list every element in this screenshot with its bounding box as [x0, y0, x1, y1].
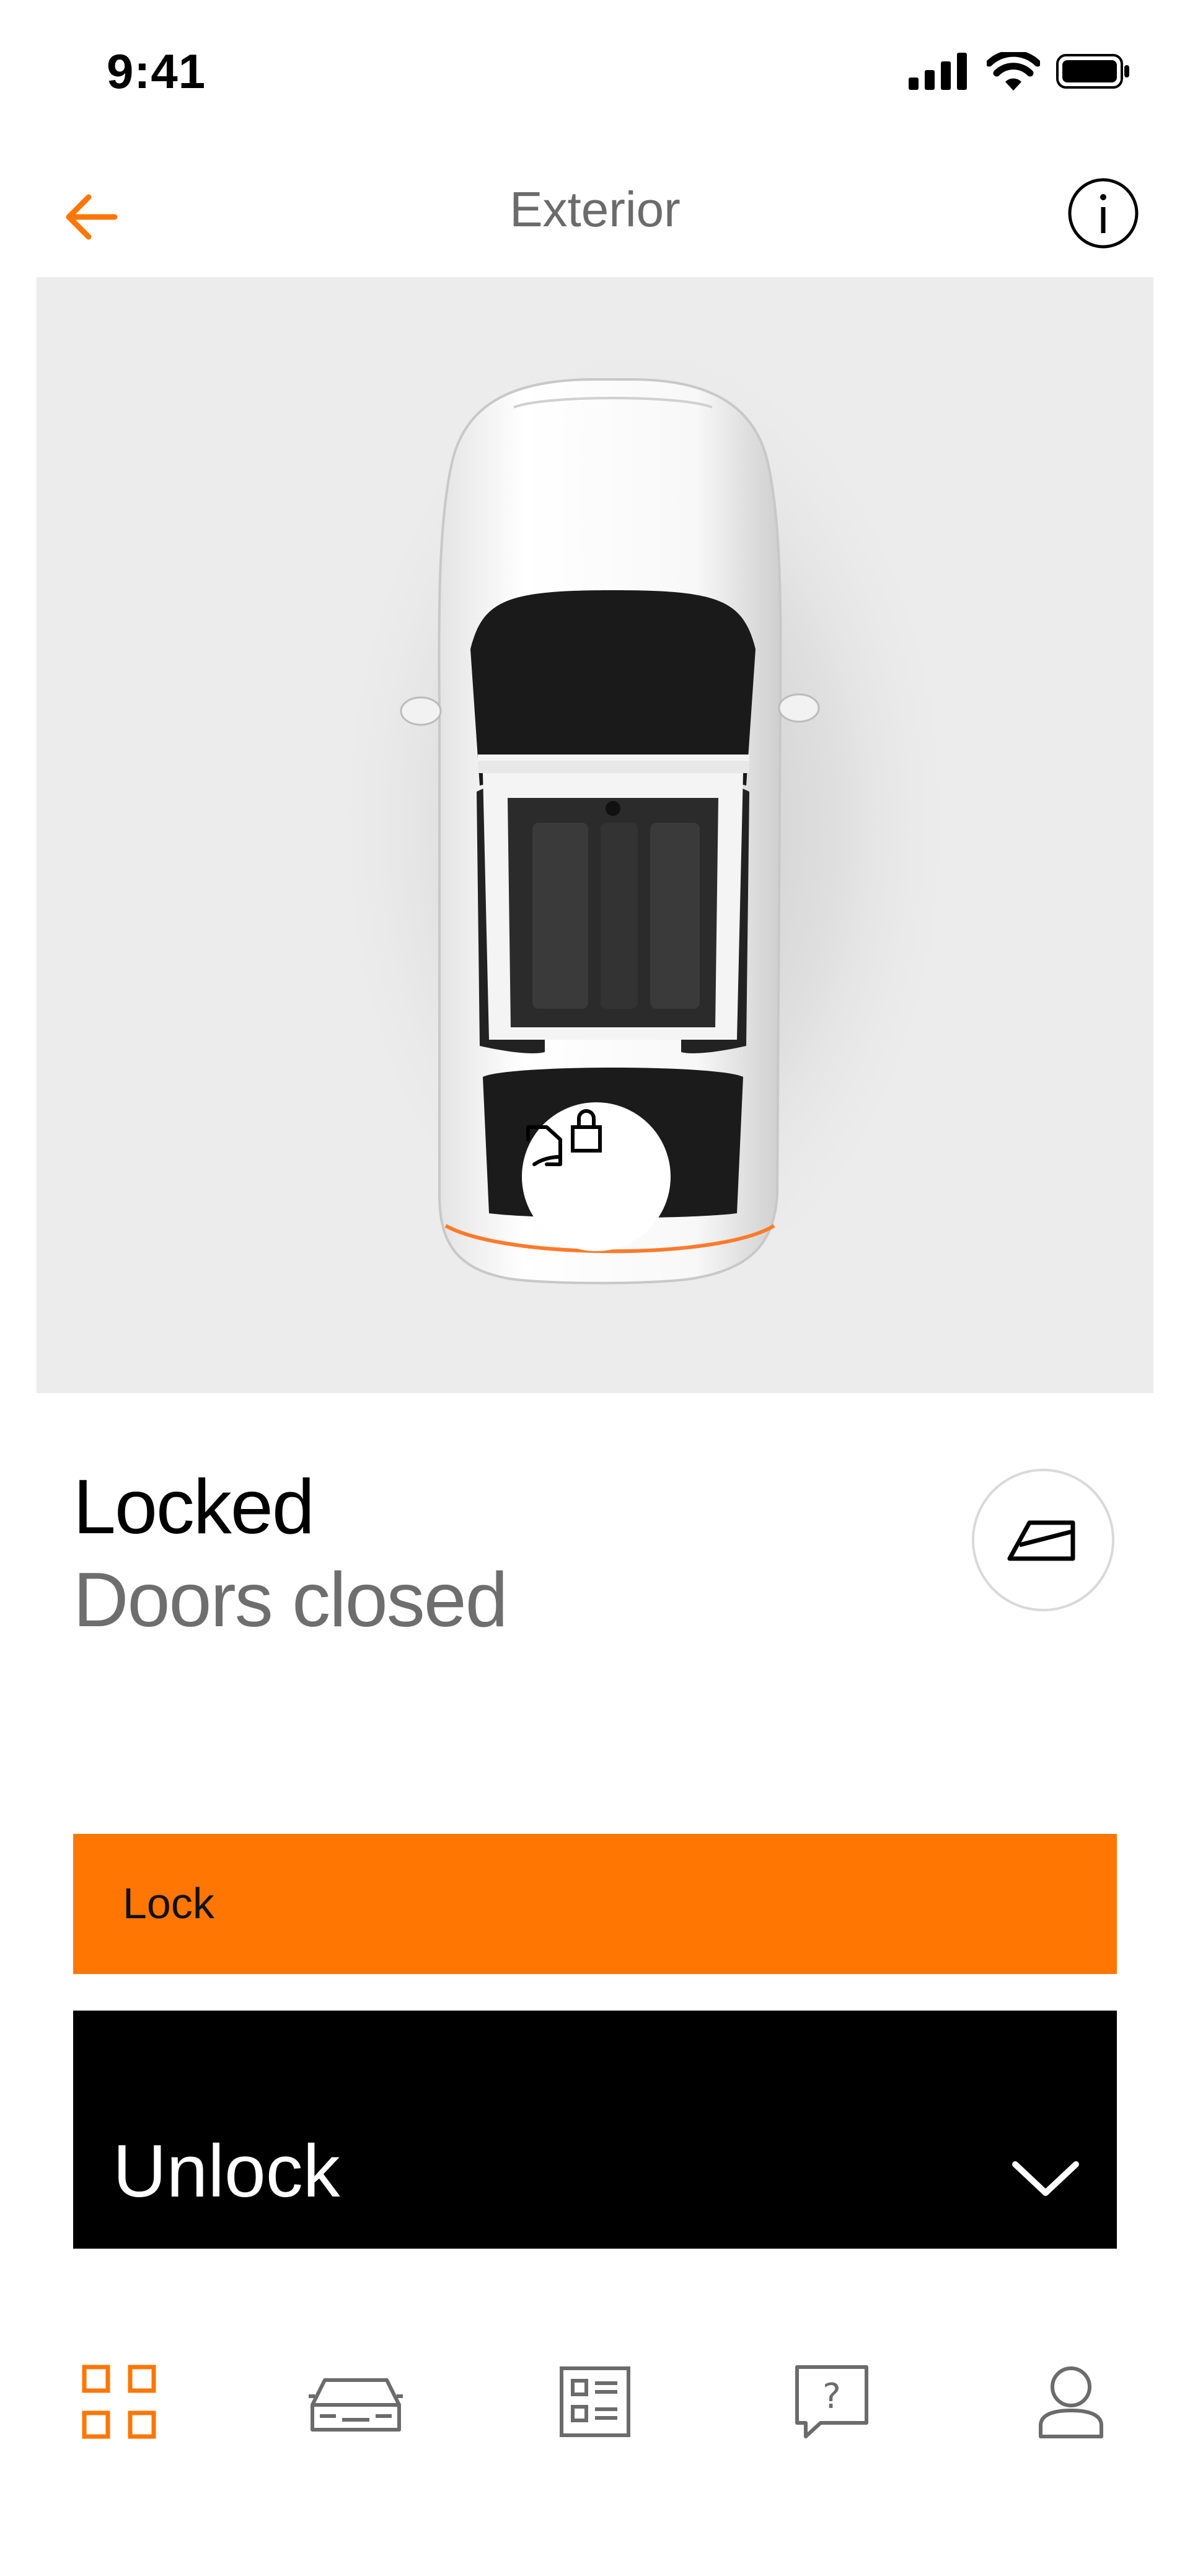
- status-icons: [909, 50, 1130, 94]
- car-image-panel: [37, 277, 1153, 1393]
- info-icon: [1068, 178, 1139, 249]
- windows-button[interactable]: [972, 1469, 1114, 1611]
- wifi-icon: [985, 50, 1041, 94]
- help-icon: ?: [795, 2365, 868, 2438]
- doors-status-text: Doors closed: [73, 1557, 508, 1643]
- info-button[interactable]: [1067, 177, 1139, 249]
- lock-button[interactable]: Lock: [73, 1834, 1117, 1974]
- list-icon: [560, 2366, 630, 2437]
- tab-car[interactable]: [306, 2352, 405, 2451]
- page-title: Exterior: [509, 182, 681, 237]
- status-time: 9:41: [107, 44, 206, 99]
- lock-status-badge[interactable]: [522, 1102, 671, 1251]
- car-icon: [309, 2378, 403, 2432]
- svg-text:?: ?: [822, 2376, 841, 2417]
- unlock-dropdown[interactable]: Unlock: [73, 2011, 1117, 2249]
- door-lock-icon: [526, 1109, 602, 1166]
- chevron-down-icon[interactable]: [1011, 2157, 1080, 2200]
- tab-list[interactable]: [545, 2352, 645, 2451]
- tab-dashboard[interactable]: [69, 2352, 169, 2451]
- tab-help[interactable]: ?: [782, 2352, 881, 2451]
- lock-status-text: Locked: [73, 1464, 315, 1550]
- unlock-label: Unlock: [113, 2130, 340, 2213]
- tab-profile[interactable]: [1021, 2352, 1121, 2451]
- signal-icon: [909, 53, 971, 93]
- profile-icon: [1039, 2366, 1103, 2438]
- lock-button-label: Lock: [123, 1879, 214, 1928]
- window-icon: [1007, 1520, 1075, 1561]
- dashboard-grid-icon: [82, 2365, 156, 2439]
- battery-icon: [1056, 53, 1130, 93]
